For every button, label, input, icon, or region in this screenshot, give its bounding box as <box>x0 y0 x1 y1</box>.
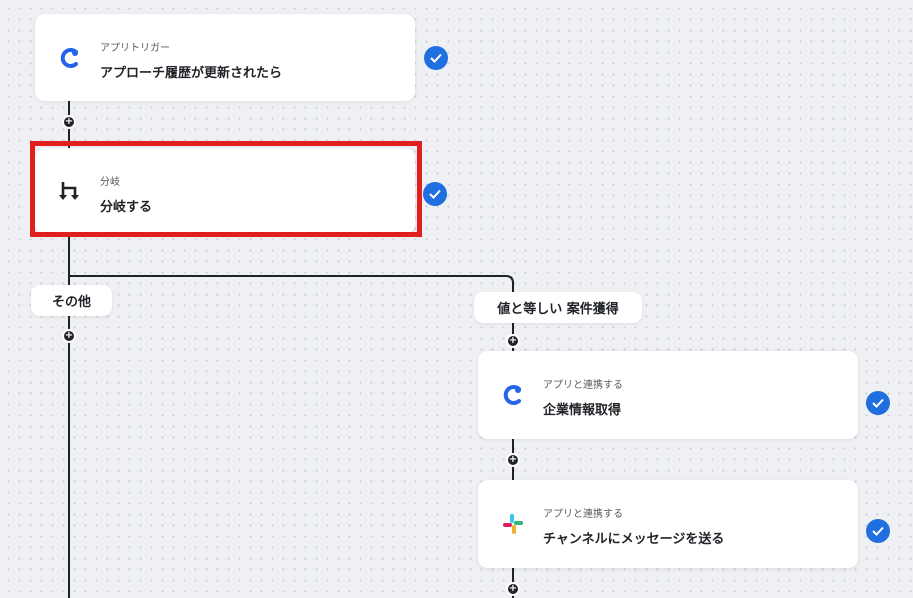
branch-subtitle: 分岐 <box>100 177 120 188</box>
slack-check-icon <box>866 519 890 543</box>
app-logo-icon <box>57 45 83 71</box>
app-logo-icon <box>500 382 526 408</box>
branch-icon <box>57 178 83 204</box>
company-info-node[interactable]: アプリと連携する 企業情報取得 <box>478 351 858 439</box>
branch-title: 分岐する <box>100 200 153 215</box>
slack-icon <box>500 511 526 537</box>
slack-title: チャンネルにメッセージを送る <box>543 532 725 547</box>
company-info-subtitle: アプリと連携する <box>543 380 623 391</box>
add-step-button-equal[interactable] <box>506 334 520 348</box>
branch-node[interactable]: 分岐 分岐する <box>35 148 415 234</box>
company-check-icon <box>866 391 890 415</box>
branch-label-other[interactable]: その他 <box>31 285 112 316</box>
branch-label-equal[interactable]: 値と等しい 案件獲得 <box>474 292 642 323</box>
slack-subtitle: アプリと連携する <box>543 509 623 520</box>
trigger-node[interactable]: アプリトリガー アプローチ履歴が更新されたら <box>35 14 415 101</box>
add-step-button-other[interactable] <box>62 329 76 343</box>
trigger-title: アプローチ履歴が更新されたら <box>100 66 283 81</box>
slack-message-node[interactable]: アプリと連携する チャンネルにメッセージを送る <box>478 480 858 568</box>
flow-canvas[interactable]: アプリトリガー アプローチ履歴が更新されたら 分岐 分岐する その他 値と等しい… <box>0 0 913 598</box>
add-step-button-equal-3[interactable] <box>506 582 520 596</box>
add-step-button-equal-2[interactable] <box>506 453 520 467</box>
trigger-check-icon <box>424 46 448 70</box>
add-step-button[interactable] <box>62 115 76 129</box>
company-info-title: 企業情報取得 <box>543 403 622 418</box>
branch-check-icon <box>423 182 447 206</box>
trigger-subtitle: アプリトリガー <box>100 43 170 54</box>
